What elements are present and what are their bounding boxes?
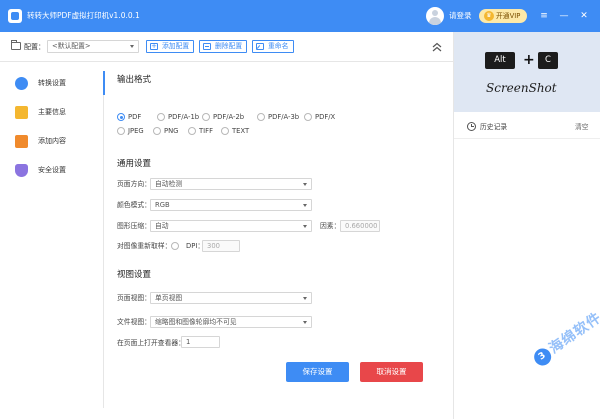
shield-icon [15, 164, 28, 177]
screenshot-preview: Alt + C ScreenShot [454, 32, 600, 112]
plus-sign: + [523, 52, 535, 68]
delete-icon [203, 43, 211, 50]
cancel-settings-button[interactable]: 取消设置 [360, 362, 423, 382]
watermark-text: 海绵软件 [546, 309, 600, 358]
preset-select[interactable]: <默认配置> [47, 40, 139, 53]
close-icon[interactable]: ✕ [577, 9, 591, 23]
format-option-pdf[interactable]: PDF [117, 112, 141, 122]
rename-preset-label: 重命名 [268, 42, 289, 50]
file-view-select[interactable]: 缩略图和图像轮廓均不可见 [150, 316, 312, 328]
collapse-icon[interactable] [432, 42, 442, 52]
edit-icon [256, 43, 264, 50]
delete-preset-label: 删除配置 [215, 42, 243, 50]
history-label: 历史记录 [480, 123, 508, 131]
format-option-jpeg[interactable]: JPEG [117, 126, 144, 136]
rename-preset-button[interactable]: 重命名 [252, 40, 294, 53]
nav-item-add-content[interactable]: 添加内容 [0, 130, 104, 152]
clear-history-button[interactable]: 清空 [575, 122, 589, 132]
nav-item-main-info[interactable]: 主要信息 [0, 101, 104, 123]
vip-button-label: 开通VIP [496, 12, 521, 20]
title-bar: 转转大师PDF虚拟打印机v1.0.0.1 请登录 ♛ 开通VIP ≡ — ✕ [0, 0, 600, 32]
add-preset-label: 添加配置 [162, 42, 190, 50]
vip-button[interactable]: ♛ 开通VIP [479, 9, 527, 23]
c-key: C [538, 52, 558, 69]
radio-selected [117, 113, 125, 121]
resample-label: 对图像重新取样： [117, 242, 172, 250]
menu-icon[interactable]: ≡ [537, 9, 551, 23]
app-logo-icon [8, 9, 22, 23]
orientation-label: 页面方向： [117, 180, 151, 188]
compression-label: 图形压缩： [117, 222, 151, 230]
add-icon [150, 41, 158, 52]
avatar[interactable] [426, 7, 444, 25]
nav-item-label: 安全设置 [38, 166, 66, 174]
nav-divider [103, 73, 104, 408]
preset-label: 配置： [24, 43, 45, 51]
chevron-down-icon [303, 183, 307, 186]
add-preset-button[interactable]: 添加配置 [146, 40, 194, 53]
file-view-label: 文件视图： [117, 318, 151, 326]
screenshot-caption: ScreenShot [486, 81, 557, 95]
format-option-tiff[interactable]: TIFF [188, 126, 213, 136]
folder-info-icon [15, 106, 28, 119]
history-divider [454, 138, 600, 139]
chevron-down-icon [303, 321, 307, 324]
alt-key: Alt [485, 52, 515, 69]
minimize-icon[interactable]: — [557, 9, 571, 23]
factor-input[interactable]: 0.660000 [340, 220, 380, 232]
page-view-label: 页面视图： [117, 294, 151, 302]
format-option-pdfx[interactable]: PDF/X [304, 112, 335, 122]
orientation-select[interactable]: 自动检测 [150, 178, 312, 190]
general-settings-title: 通用设置 [117, 159, 152, 169]
dpi-input[interactable]: 300 [202, 240, 240, 252]
factor-label: 因素： [320, 222, 341, 230]
settings-nav: 转换设置 主要信息 添加内容 安全设置 [0, 63, 104, 419]
folder-icon [10, 40, 21, 50]
chevron-down-icon [130, 45, 134, 48]
chevron-down-icon [303, 204, 307, 207]
open-page-input[interactable]: 1 [181, 336, 220, 348]
format-option-pdfa2b[interactable]: PDF/A-2b [202, 112, 244, 122]
conversion-icon [15, 77, 28, 90]
color-mode-label: 颜色模式： [117, 201, 151, 209]
chevron-down-icon [303, 225, 307, 228]
chevron-down-icon [303, 297, 307, 300]
open-page-label: 在页面上打开查看器： [117, 339, 185, 347]
save-settings-button[interactable]: 保存设置 [286, 362, 349, 382]
clock-icon [467, 122, 476, 131]
settings-panel: 输出格式 PDF PDF/A-1b PDF/A-2b PDF/A-3b PDF/… [105, 63, 453, 419]
history-header: 历史记录 清空 [454, 118, 600, 136]
nav-item-conversion[interactable]: 转换设置 [0, 72, 104, 94]
nav-item-label: 添加内容 [38, 137, 66, 145]
format-option-text[interactable]: TEXT [221, 126, 249, 136]
output-format-title: 输出格式 [117, 75, 152, 85]
compression-select[interactable]: 自动 [150, 220, 312, 232]
format-option-png[interactable]: PNG [153, 126, 178, 136]
format-option-pdfa1b[interactable]: PDF/A-1b [157, 112, 199, 122]
login-link[interactable]: 请登录 [449, 10, 472, 22]
preset-toolbar: 配置： <默认配置> 添加配置 删除配置 重命名 [0, 32, 453, 62]
nav-item-label: 转换设置 [38, 79, 66, 87]
nav-item-security[interactable]: 安全设置 [0, 159, 104, 181]
format-option-pdfa3b[interactable]: PDF/A-3b [257, 112, 299, 122]
crown-icon: ♛ [484, 11, 494, 21]
app-title: 转转大师PDF虚拟打印机v1.0.0.1 [27, 11, 140, 20]
document-add-icon [15, 135, 28, 148]
view-settings-title: 视图设置 [117, 270, 152, 280]
page-view-select[interactable]: 单页视图 [150, 292, 312, 304]
preset-select-value: <默认配置> [52, 42, 91, 50]
delete-preset-button[interactable]: 删除配置 [199, 40, 247, 53]
nav-item-label: 主要信息 [38, 108, 66, 116]
color-mode-select[interactable]: RGB [150, 199, 312, 211]
